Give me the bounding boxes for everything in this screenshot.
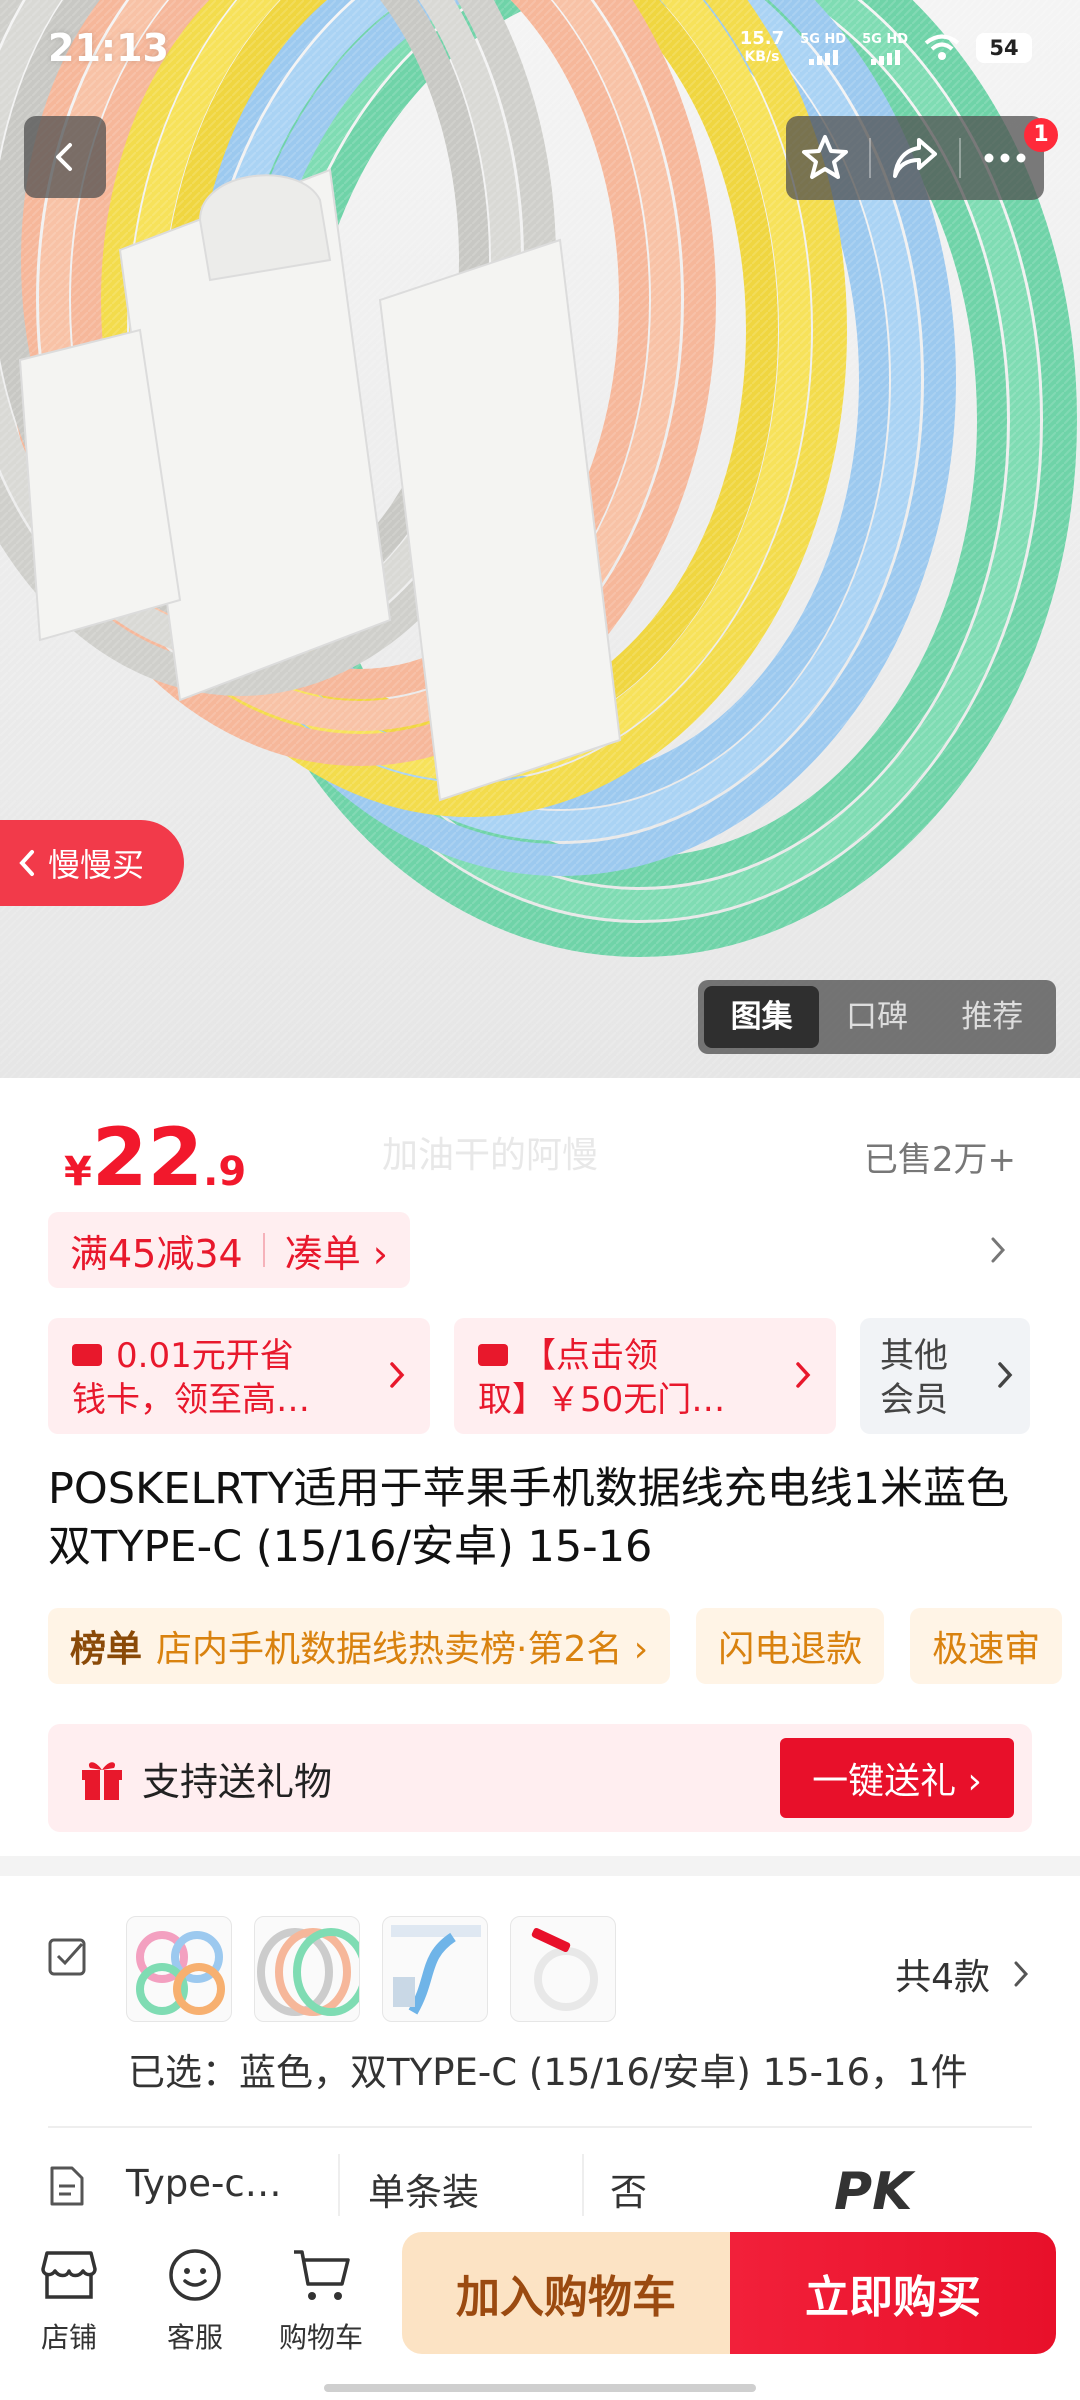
product-image-gallery[interactable]: 21:13 15.7 KB/s 5G HD 5G HD 54 1 慢慢买 图集 … (0, 0, 1080, 1078)
share-icon (892, 138, 937, 178)
chevron-right-icon (390, 1362, 405, 1388)
send-gift-button[interactable]: 一键送礼 › (780, 1738, 1014, 1818)
variant-thumbnail[interactable] (126, 1916, 232, 2022)
discount-label: 满45减34 (70, 1231, 243, 1276)
add-to-cart-button[interactable]: 加入购物车 (402, 2232, 730, 2354)
promo-row[interactable]: 满45减34 凑单 › (48, 1212, 1032, 1288)
spec-pack: 单条装 (368, 2171, 479, 2214)
check-box-icon (48, 1938, 86, 1976)
wifi-icon (924, 34, 960, 60)
variant-thumbnail[interactable] (254, 1916, 360, 2022)
signal-icon: 5G HD (862, 32, 908, 65)
sold-count: 已售2万+ (863, 1140, 1016, 1180)
network-speed: 15.7 KB/s (739, 28, 785, 66)
variant-count-link[interactable]: 共4款 (895, 1948, 1030, 2000)
gallery-tabs: 图集 口碑 推荐 (698, 980, 1056, 1054)
spec-type: Type-c… (126, 2162, 282, 2205)
price: ¥ 22 .9 (64, 1111, 247, 1204)
watermark-text: 加油干的阿慢 (382, 1135, 599, 1176)
gift-icon (82, 1762, 122, 1800)
tab-gallery[interactable]: 图集 (704, 986, 820, 1048)
other-membership-card[interactable]: 其他 会员 (860, 1318, 1030, 1434)
chevron-right-icon (998, 1362, 1013, 1388)
coupon-savings-card[interactable]: 0.01元开省 钱卡，领至高… (48, 1318, 430, 1434)
customer-service-icon (169, 2249, 221, 2301)
back-button[interactable] (24, 116, 106, 198)
combine-order-link[interactable]: 凑单 › (285, 1223, 388, 1278)
variant-thumbnails (126, 1916, 616, 2022)
selected-variant[interactable]: 已选：蓝色，双TYPE-C (15/16/安卓) 15-16，1件 (128, 2042, 968, 2096)
customer-service-button[interactable]: 客服 (140, 2240, 250, 2356)
more-dots-icon (984, 153, 1026, 163)
gift-label: 支持送礼物 (142, 1759, 333, 1804)
home-indicator[interactable] (324, 2384, 756, 2392)
promo-pill[interactable]: 满45减34 凑单 › (48, 1212, 410, 1288)
status-time: 21:13 (48, 26, 169, 70)
product-title: POSKELRTY适用于苹果手机数据线充电线1米蓝色 双TYPE-C (15/1… (48, 1464, 1010, 1572)
share-button[interactable] (882, 125, 948, 191)
chevron-left-icon (19, 850, 34, 876)
chevron-left-icon (56, 143, 72, 171)
coupon-row: 0.01元开省 钱卡，领至高… 【点击领 取】￥50无门… 其他 会员 (48, 1318, 1080, 1434)
tab-reviews[interactable]: 口碑 (819, 986, 934, 1048)
signal-icon: 5G HD (800, 32, 846, 65)
document-icon (50, 2166, 84, 2206)
notification-badge: 1 (1024, 118, 1058, 152)
divider (48, 2126, 1032, 2128)
product-info-card: ¥ 22 .9 加油干的阿慢 已售2万+ 满45减34 凑单 › 0.01元开省… (0, 1078, 1080, 1856)
store-button[interactable]: 店铺 (14, 2240, 124, 2356)
chevron-right-icon (991, 1237, 1006, 1263)
cart-nav-button[interactable]: 购物车 (266, 2240, 376, 2356)
coupon-icon (478, 1343, 508, 1366)
chevron-right-icon (1014, 1961, 1029, 1987)
coupon-claim-card[interactable]: 【点击领 取】￥50无门… (454, 1318, 836, 1434)
top-action-group (786, 116, 1044, 200)
variant-thumbnail[interactable] (510, 1916, 616, 2022)
fast-review-tag: 极速审 (910, 1608, 1063, 1684)
spec-option: 否 (610, 2171, 647, 2214)
status-bar: 21:13 15.7 KB/s 5G HD 5G HD 54 (0, 0, 1080, 96)
cart-icon (294, 2250, 350, 2300)
pk-button[interactable]: PK (834, 2162, 912, 2222)
tab-recommend[interactable]: 推荐 (935, 986, 1050, 1048)
fast-refund-tag: 闪电退款 (696, 1608, 885, 1684)
variant-thumbnail[interactable] (382, 1916, 488, 2022)
chevron-right-icon (796, 1362, 811, 1388)
buy-now-button[interactable]: 立即购买 (730, 2232, 1056, 2354)
star-icon (801, 135, 848, 179)
bottom-action-bar: 店铺 客服 购物车 加入购物车 立即购买 (0, 2216, 1080, 2400)
tag-row: 榜单 店内手机数据线热卖榜·第2名 › 闪电退款 极速审 (48, 1608, 1080, 1684)
battery-icon: 54 (976, 33, 1032, 63)
ranking-tag[interactable]: 榜单 店内手机数据线热卖榜·第2名 › (48, 1608, 671, 1684)
favorite-button[interactable] (792, 125, 858, 191)
slow-buy-label: 慢慢买 (48, 846, 145, 884)
slow-buy-button[interactable]: 慢慢买 (0, 820, 184, 906)
card-icon (72, 1343, 102, 1366)
store-icon (41, 2251, 97, 2299)
gift-section: 支持送礼物 一键送礼 › (48, 1724, 1032, 1832)
